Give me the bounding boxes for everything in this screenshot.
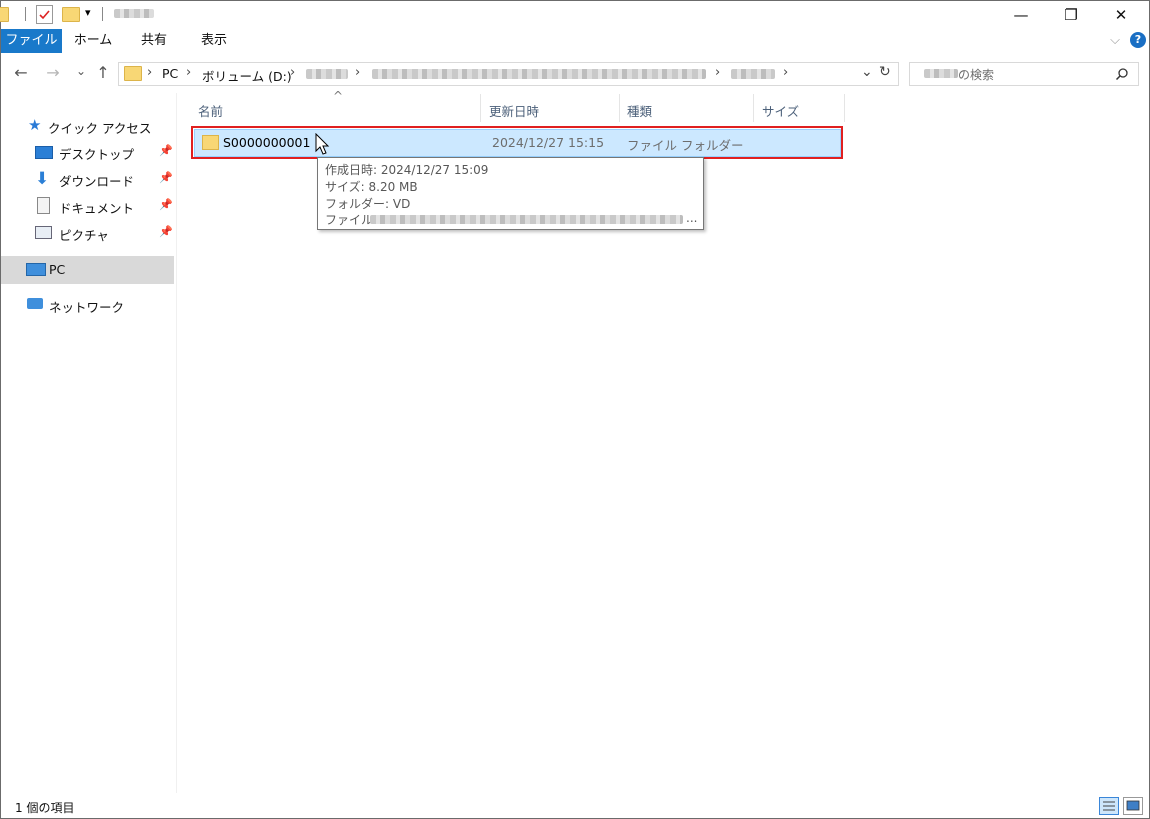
expand-ribbon-icon[interactable]: ⌵ [1105, 29, 1125, 53]
ribbon-tabs: ファイル ホーム 共有 表示 ⌵ ? [1, 29, 1149, 53]
mouse-cursor-icon [315, 133, 330, 155]
nav-quick-access-label: クイック アクセス [48, 121, 152, 136]
pane-splitter[interactable] [176, 93, 177, 793]
search-input[interactable]: の検索 [909, 62, 1139, 86]
breadcrumb-pc[interactable]: PC [162, 66, 178, 81]
nav-item-desktop[interactable]: デスクトップ 📌 [1, 139, 174, 165]
chevron-right-icon: › [783, 65, 789, 80]
minimize-button[interactable]: — [998, 1, 1044, 29]
tooltip-created: 作成日時: 2024/12/27 15:09 [325, 163, 489, 177]
search-location-redacted [924, 69, 958, 78]
chevron-right-icon: › [186, 65, 192, 80]
chevron-right-icon: › [355, 65, 361, 80]
nav-item-pc[interactable]: PC [1, 256, 174, 284]
app-folder-icon [0, 7, 9, 22]
file-info-tooltip: 作成日時: 2024/12/27 15:09 サイズ: 8.20 MB フォルダ… [317, 157, 704, 230]
breadcrumb-redacted[interactable] [372, 69, 706, 79]
nav-item-label: デスクトップ [59, 147, 135, 162]
column-header-type[interactable]: 種類 [620, 97, 752, 121]
details-view-icon[interactable] [1099, 797, 1119, 815]
chevron-right-icon: › [715, 65, 721, 80]
recent-locations-button[interactable]: ⌄ [71, 64, 91, 78]
tooltip-size: サイズ: 8.20 MB [325, 180, 418, 194]
restore-button[interactable]: ❐ [1048, 1, 1094, 29]
chevron-right-icon: › [290, 65, 296, 80]
pin-icon: 📌 [159, 171, 173, 184]
breadcrumb-redacted[interactable] [306, 69, 348, 79]
highlight-box [191, 126, 843, 159]
desktop-icon [35, 146, 53, 159]
column-divider[interactable] [844, 94, 845, 122]
folder-icon [124, 66, 142, 81]
tab-file[interactable]: ファイル [1, 29, 62, 53]
column-header-label: サイズ [762, 104, 800, 119]
column-divider[interactable] [480, 94, 481, 122]
tooltip-files-redacted [370, 215, 683, 224]
column-header-date[interactable]: 更新日時 [482, 97, 618, 121]
new-folder-icon[interactable] [62, 7, 80, 22]
status-bar: 1 個の項目 [1, 795, 1149, 817]
column-header-label: 更新日時 [489, 104, 540, 119]
nav-item-label: PC [49, 262, 66, 277]
search-icon[interactable] [1115, 67, 1129, 81]
document-icon [37, 197, 50, 214]
nav-item-documents[interactable]: ドキュメント 📌 [1, 193, 174, 219]
close-button[interactable]: ✕ [1098, 1, 1144, 29]
breadcrumb-redacted[interactable] [731, 69, 775, 79]
back-button[interactable]: ← [11, 63, 31, 82]
title-bar: ▾ — ❐ ✕ [0, 1, 1149, 29]
column-divider[interactable] [753, 94, 754, 122]
column-header-label: 名前 [198, 104, 224, 119]
download-icon: ⬇ [35, 169, 50, 189]
breadcrumb-volume-d[interactable]: ボリューム (D:) [202, 66, 292, 85]
pin-icon: 📌 [159, 225, 173, 238]
pictures-icon [35, 226, 52, 239]
tooltip-folders: フォルダー: VD [325, 197, 411, 211]
refresh-icon[interactable]: ↻ [879, 64, 891, 80]
star-icon: ★ [28, 116, 42, 134]
window-title [114, 9, 154, 18]
sort-ascending-icon: ^ [333, 89, 344, 103]
column-header-name[interactable]: 名前 ^ [191, 89, 479, 121]
nav-item-label: ピクチャ [59, 228, 109, 243]
address-dropdown-icon[interactable]: ⌄ [861, 64, 873, 80]
tab-share[interactable]: 共有 [125, 29, 183, 53]
explorer-window: ▾ — ❐ ✕ ファイル ホーム 共有 表示 ⌵ ? ← → ⌄ ↑ › PC … [0, 0, 1150, 819]
pc-icon [26, 263, 46, 276]
up-button[interactable]: ↑ [93, 63, 113, 82]
navigation-pane: ★ クイック アクセス デスクトップ 📌 ⬇ ダウンロード 📌 ドキュメント 📌… [1, 93, 176, 793]
search-placeholder: の検索 [958, 68, 995, 82]
chevron-right-icon: › [147, 65, 153, 80]
nav-quick-access[interactable]: ★ クイック アクセス [1, 113, 174, 139]
pin-icon: 📌 [159, 198, 173, 211]
item-count: 1 個の項目 [15, 801, 75, 815]
forward-button[interactable]: → [43, 63, 63, 82]
network-icon [27, 298, 43, 309]
customize-quick-access-icon[interactable]: ▾ [85, 6, 91, 24]
divider [102, 7, 103, 21]
properties-icon[interactable] [36, 5, 53, 24]
large-icons-view-icon[interactable] [1123, 797, 1143, 815]
divider [25, 7, 26, 21]
nav-item-downloads[interactable]: ⬇ ダウンロード 📌 [1, 166, 174, 192]
pin-icon: 📌 [159, 144, 173, 157]
column-header-label: 種類 [627, 104, 653, 119]
nav-item-network[interactable]: ネットワーク [1, 292, 174, 318]
nav-item-label: ネットワーク [49, 300, 125, 315]
tab-home[interactable]: ホーム [65, 29, 121, 53]
help-icon[interactable]: ? [1130, 32, 1146, 48]
address-bar[interactable]: › PC › ボリューム (D:) › › › › ⌄ ↻ [118, 62, 899, 86]
tooltip-ellipsis: ... [686, 211, 698, 225]
column-header-size[interactable]: サイズ [755, 97, 843, 121]
nav-item-label: ドキュメント [59, 201, 135, 216]
nav-item-label: ダウンロード [59, 174, 135, 189]
address-row: ← → ⌄ ↑ › PC › ボリューム (D:) › › › › ⌄ ↻ の検… [1, 59, 1149, 89]
tab-view[interactable]: 表示 [187, 29, 241, 53]
nav-item-pictures[interactable]: ピクチャ 📌 [1, 220, 174, 246]
